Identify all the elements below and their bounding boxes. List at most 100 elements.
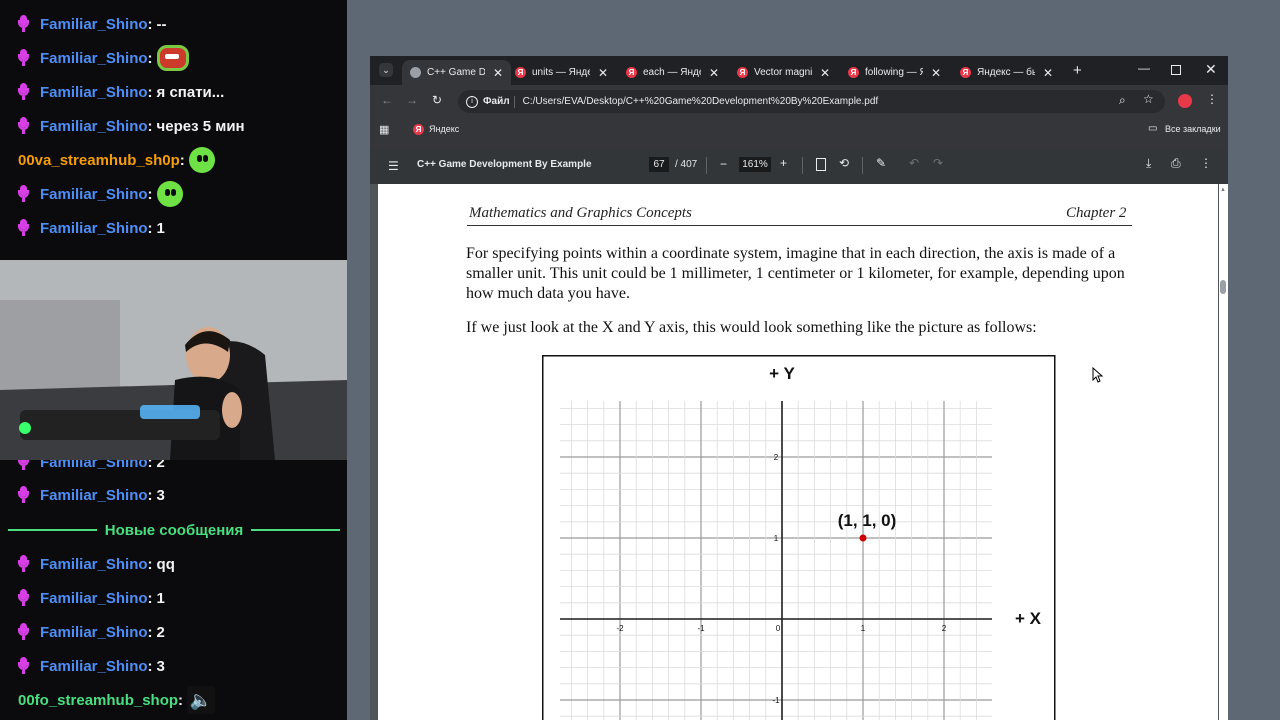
chat-message-text: qq	[156, 555, 175, 573]
chat-message-text: 2	[156, 623, 165, 641]
grin-face-emote-icon	[156, 45, 189, 71]
redo-icon[interactable]: ↷	[933, 156, 943, 170]
chat-message-text: 3	[156, 657, 165, 675]
chat-username[interactable]: Familiar_Shino	[40, 590, 148, 607]
undo-icon[interactable]: ↶	[909, 156, 919, 170]
microphone-icon	[18, 555, 29, 573]
browser-tab[interactable]: Яunits — Яндекс ✕	[515, 60, 608, 85]
back-arrow-icon[interactable]: ←	[381, 93, 393, 107]
new-messages-label: Новые сообщения	[104, 521, 244, 539]
bookmark-star-icon[interactable]: ☆	[1143, 92, 1154, 106]
browser-tab[interactable]: Яfollowing — Яндекс ✕	[848, 60, 941, 85]
scrollbar-thumb[interactable]	[1220, 280, 1226, 294]
browser-tab[interactable]: Яeach — Яндекс ✕	[626, 60, 719, 85]
pdf-viewer[interactable]: Mathematics and Graphics Concepts Chapte…	[370, 184, 1228, 720]
webcam-image	[0, 260, 347, 460]
zoom-out-icon[interactable]: −	[720, 157, 727, 171]
maximize-icon[interactable]	[1171, 65, 1181, 75]
zoom-magnifier-icon[interactable]: ⌕	[1119, 93, 1126, 108]
zoom-input[interactable]: 161%	[739, 157, 771, 172]
globe-icon	[410, 67, 421, 78]
microphone-icon	[18, 49, 29, 67]
coordinate-figure: -2 -1 0 1 2 2 1 -1 + Y + X (1, 1, 0)	[542, 355, 1056, 720]
tab-label: units — Яндекс	[532, 67, 590, 78]
annotate-pen-icon[interactable]: ✎	[876, 156, 886, 170]
page-total: / 407	[675, 159, 698, 170]
browser-tab[interactable]: C++ Game Dev ✕	[402, 60, 512, 85]
chat-username[interactable]: Familiar_Shino	[40, 16, 148, 33]
chat-message-text: 3	[156, 486, 165, 504]
tab-label: following — Яндекс	[865, 67, 923, 78]
chat-username[interactable]: Familiar_Shino	[40, 624, 148, 641]
microphone-icon	[18, 117, 29, 135]
chat-message: Familiar_Shino:3	[18, 651, 165, 681]
menu-kebab-icon[interactable]: ⋮	[1206, 92, 1218, 106]
reload-icon[interactable]: ↻	[432, 93, 442, 107]
chat-username[interactable]: Familiar_Shino	[40, 118, 148, 135]
pdf-more-icon[interactable]: ⋮	[1200, 156, 1212, 170]
chat-username[interactable]: Familiar_Shino	[40, 220, 148, 237]
microphone-icon	[18, 15, 29, 33]
close-tab-icon[interactable]: ✕	[931, 66, 941, 80]
green-blob-emote-icon	[188, 147, 215, 173]
bookmark-yandex[interactable]: Яндекс	[429, 124, 459, 134]
chat-username[interactable]: Familiar_Shino	[40, 556, 148, 573]
zoom-in-icon[interactable]: +	[780, 156, 787, 170]
mouse-cursor-icon	[1092, 367, 1104, 383]
info-icon[interactable]: i	[466, 95, 478, 108]
browser-tab[interactable]: Я Яндекс — быстрый ✕	[960, 60, 1053, 85]
x-axis-label: + X	[1015, 609, 1042, 628]
page-number-input[interactable]: 67	[649, 157, 669, 172]
close-window-icon[interactable]: ✕	[1205, 61, 1217, 78]
chat-panel: Familiar_Shino: -- Familiar_Shino: Familiar…	[0, 0, 347, 720]
speaker-emote-icon: 🔈	[187, 686, 216, 714]
close-tab-icon[interactable]: ✕	[598, 66, 608, 80]
close-tab-icon[interactable]: ✕	[820, 66, 830, 80]
yandex-icon: Я	[515, 67, 526, 78]
x-tick-label: 2	[942, 624, 947, 633]
y-tick-label: 2	[774, 453, 779, 462]
paragraph-2: If we just look at the X and Y axis, thi…	[466, 319, 1037, 336]
profile-avatar[interactable]	[1178, 94, 1192, 108]
pdf-toolbar: ☰ C++ Game Development By Example 67 / 4…	[370, 148, 1228, 184]
forward-arrow-icon[interactable]: →	[406, 93, 418, 107]
chat-username[interactable]: Familiar_Shino	[40, 84, 148, 101]
chat-username[interactable]: Familiar_Shino	[40, 658, 148, 675]
url-text[interactable]: C:/Users/EVA/Desktop/C++%20Game%20Develo…	[523, 96, 879, 107]
x-tick-label: 1	[861, 624, 866, 633]
microphone-icon	[18, 486, 29, 504]
close-tab-icon[interactable]: ✕	[493, 66, 503, 80]
chat-username[interactable]: Familiar_Shino	[40, 487, 148, 504]
running-header-left: Mathematics and Graphics Concepts	[469, 205, 692, 221]
browser-toolbar: ← → ↻ i Файл C:/Users/EVA/Desktop/C++%20…	[370, 85, 1228, 119]
tab-search-chevron-icon[interactable]: ⌄	[379, 63, 393, 77]
print-icon[interactable]: ⎙	[1171, 156, 1181, 171]
all-bookmarks[interactable]: Все закладки	[1165, 124, 1221, 134]
address-bar[interactable]: i Файл C:/Users/EVA/Desktop/C++%20Game%2…	[458, 90, 1165, 113]
chat-message: 00va_streamhub_sh0p:	[18, 145, 215, 175]
chat-message: Familiar_Shino:1	[18, 583, 165, 613]
new-messages-divider: Новые сообщения	[8, 517, 341, 543]
minimize-icon[interactable]: —	[1138, 61, 1150, 75]
chat-username[interactable]: 00fo_streamhub_shop	[18, 692, 178, 709]
apps-grid-icon[interactable]: ▦	[379, 123, 389, 136]
chat-username[interactable]: Familiar_Shino	[40, 186, 148, 203]
close-tab-icon[interactable]: ✕	[1043, 66, 1053, 80]
chat-username[interactable]: Familiar_Shino	[40, 50, 148, 67]
new-tab-plus-icon[interactable]: +	[1073, 62, 1082, 79]
download-icon[interactable]: ⤓	[1146, 156, 1151, 171]
yandex-bookmark-icon: Я	[413, 124, 424, 135]
rotate-icon[interactable]: ⟲	[839, 156, 849, 170]
microphone-icon	[18, 589, 29, 607]
browser-tab[interactable]: Я Vector magnitude ✕	[737, 60, 830, 85]
chat-message-text: 1	[156, 219, 165, 237]
close-tab-icon[interactable]: ✕	[709, 66, 719, 80]
scroll-up-arrow-icon[interactable]: ▲	[1220, 187, 1226, 193]
chat-username[interactable]: 00va_streamhub_sh0p	[18, 152, 180, 169]
webcam-overlay	[0, 260, 347, 460]
chat-message-text: 1	[156, 589, 165, 607]
sidebar-menu-icon[interactable]: ☰	[388, 159, 399, 173]
fit-page-icon[interactable]	[816, 158, 826, 171]
chat-message-text: я спати...	[156, 83, 225, 101]
pdf-title: C++ Game Development By Example	[417, 159, 592, 170]
